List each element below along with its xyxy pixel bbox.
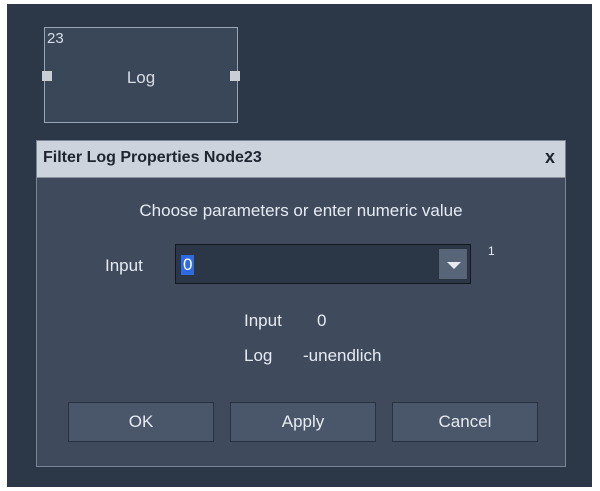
readout-log-label: Log: [244, 346, 273, 365]
chevron-down-icon: [447, 262, 461, 269]
readout-input-label: Input: [244, 311, 282, 330]
close-icon[interactable]: x: [545, 147, 555, 168]
dialog-title: Filter Log Properties Node23: [43, 149, 262, 166]
apply-button[interactable]: Apply: [230, 402, 376, 442]
log-node[interactable]: 23 Log: [42, 27, 240, 123]
node-id: 23: [47, 30, 64, 47]
input-port[interactable]: [42, 71, 52, 81]
readout-log-value: -unendlich: [303, 346, 382, 365]
input-label: Input: [105, 256, 143, 275]
input-value[interactable]: 0: [181, 255, 195, 275]
dropdown-button[interactable]: [438, 248, 468, 280]
input-select[interactable]: 0: [175, 244, 471, 284]
properties-dialog: Filter Log Properties Node23 x Choose pa…: [36, 140, 566, 467]
cancel-button[interactable]: Cancel: [392, 402, 538, 442]
ok-button[interactable]: OK: [68, 402, 214, 442]
output-port[interactable]: [230, 71, 240, 81]
instruction-text: Choose parameters or enter numeric value: [139, 201, 463, 220]
node-label: Log: [126, 68, 156, 87]
dialog-titlebar[interactable]: Filter Log Properties Node23 x: [37, 141, 565, 178]
readout-input-value: 0: [317, 311, 327, 330]
input-superscript: 1: [488, 244, 495, 258]
